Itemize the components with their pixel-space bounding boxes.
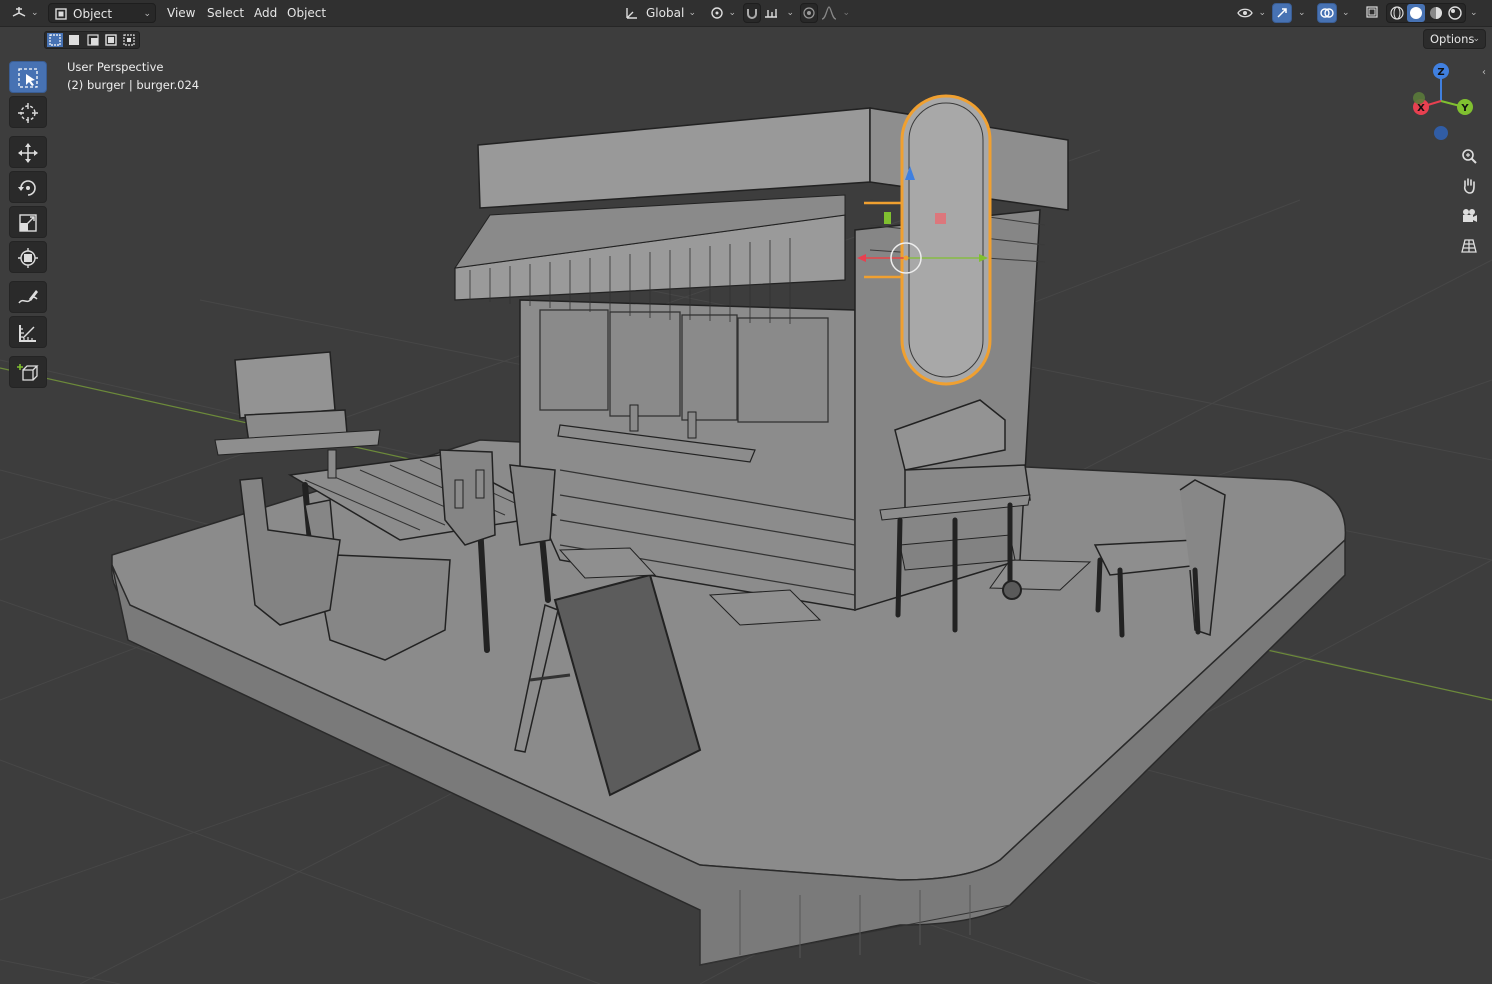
measure-icon	[19, 325, 36, 342]
chevron-down-icon: ⌄	[1258, 8, 1266, 18]
pan-button[interactable]	[1455, 172, 1483, 200]
hand-icon	[1463, 178, 1475, 194]
gizmo-x-label: X	[1417, 103, 1425, 114]
falloff-curve-icon	[821, 6, 837, 20]
visibility-dropdown[interactable]: ⌄	[1236, 3, 1266, 23]
kiosk-roof-front	[477, 107, 871, 209]
annotate-icon	[18, 290, 38, 304]
xray-toggle[interactable]	[1364, 3, 1382, 23]
chevron-down-icon: ⌄	[143, 9, 151, 19]
zoom-icon	[1462, 149, 1477, 164]
grid-perspective-icon	[1461, 239, 1477, 253]
wireframe-shading-icon[interactable]	[1389, 5, 1405, 21]
select-box-icon	[18, 68, 38, 88]
rendered-shading-icon[interactable]	[1447, 5, 1463, 21]
tool-add-cube[interactable]	[9, 356, 47, 388]
gizmo-toggle[interactable]	[1272, 3, 1292, 23]
tool-scale[interactable]	[9, 206, 47, 238]
menu-add[interactable]: Add	[248, 3, 283, 23]
kiosk-windows	[539, 309, 829, 423]
view-perspective-label: User Perspective	[67, 60, 164, 74]
orientation-label: Global	[646, 6, 685, 20]
overlay-icon	[1320, 8, 1334, 18]
overlay-chevron-icon[interactable]: ⌄	[1342, 3, 1350, 23]
sidebar-toggle-icon[interactable]: ‹	[1482, 67, 1486, 78]
add-cube-icon	[17, 364, 39, 381]
chevron-down-icon: ⌄	[842, 8, 850, 18]
material-shading-icon[interactable]	[1428, 5, 1444, 21]
orientation-dropdown[interactable]: Global ⌄	[622, 3, 698, 23]
snap-toggle[interactable]	[743, 3, 761, 23]
tool-select-box[interactable]	[9, 61, 47, 93]
transform-icon	[18, 248, 38, 268]
select-invert-icon[interactable]	[103, 33, 119, 47]
camera-view-button[interactable]	[1455, 202, 1483, 230]
shading-group	[1386, 3, 1466, 23]
shading-chevron-icon[interactable]: ⌄	[1470, 3, 1478, 23]
menu-select[interactable]: Select	[201, 3, 250, 23]
gizmo-icon	[1277, 8, 1287, 18]
mode-dropdown[interactable]: Object Mode ⌄	[48, 3, 156, 41]
chevron-down-icon: ⌄	[688, 8, 696, 18]
active-object-label: (2) burger | burger.024	[67, 78, 200, 92]
perspective-toggle-button[interactable]	[1455, 232, 1483, 260]
menu-object[interactable]: Object	[281, 3, 332, 23]
navigation-gizmo[interactable]: Z Y X	[1406, 61, 1476, 151]
rotate-icon	[18, 180, 36, 196]
select-mode-group	[44, 31, 140, 49]
object-mode-icon	[55, 8, 67, 20]
editor-type-button[interactable]: ⌄	[8, 3, 40, 23]
chevron-down-icon: ⌄	[728, 8, 736, 18]
proportional-edit-toggle[interactable]	[800, 3, 818, 23]
tool-measure[interactable]	[9, 316, 47, 348]
cursor-icon	[18, 103, 38, 123]
solid-shading-icon[interactable]	[1407, 4, 1425, 22]
viewport-header: ⌄ Object Mode ⌄ View Select Add Object G…	[0, 0, 1492, 41]
scale-icon	[19, 214, 37, 232]
orientation-axes-icon	[626, 8, 637, 19]
gizmo-y-label: Y	[1460, 103, 1469, 114]
tool-rotate[interactable]	[9, 171, 47, 203]
tool-transform[interactable]	[9, 241, 47, 273]
tool-move[interactable]	[9, 136, 47, 168]
select-extend-icon[interactable]	[66, 33, 82, 47]
chevron-down-icon: ⌄	[31, 8, 39, 18]
magnet-icon	[747, 9, 757, 19]
proportional-edit-icon	[803, 7, 815, 19]
3d-viewport[interactable]: User Perspective (2) burger | burger.024…	[0, 27, 1492, 984]
camera-icon	[1463, 209, 1477, 222]
grill-lid-left	[234, 351, 336, 419]
gizmo-z-label: Z	[1437, 67, 1444, 78]
selected-sign	[900, 94, 992, 386]
select-new-icon[interactable]	[47, 33, 63, 47]
eye-icon	[1237, 8, 1253, 18]
chevron-down-icon: ⌄	[786, 8, 794, 18]
pivot-icon	[711, 7, 723, 19]
tool-annotate[interactable]	[9, 281, 47, 313]
pivot-point-dropdown[interactable]: ⌄	[708, 3, 736, 23]
xray-icon	[1366, 6, 1378, 18]
select-mode-bar	[0, 27, 1492, 53]
gizmo-chevron-icon[interactable]: ⌄	[1298, 3, 1306, 23]
overlay-toggle[interactable]	[1317, 3, 1337, 23]
menu-view[interactable]: View	[161, 3, 201, 23]
snap-target-dropdown[interactable]: ⌄	[762, 3, 794, 23]
select-intersect-icon[interactable]	[121, 33, 137, 47]
3d-viewport-icon	[12, 7, 26, 17]
proportional-falloff-dropdown[interactable]: ⌄	[820, 3, 850, 23]
tool-cursor[interactable]	[9, 96, 47, 128]
move-icon	[18, 143, 38, 163]
zoom-button[interactable]	[1455, 142, 1483, 170]
scene-render	[0, 94, 1492, 984]
select-subtract-icon[interactable]	[85, 33, 101, 47]
snap-increment-icon	[765, 9, 777, 18]
